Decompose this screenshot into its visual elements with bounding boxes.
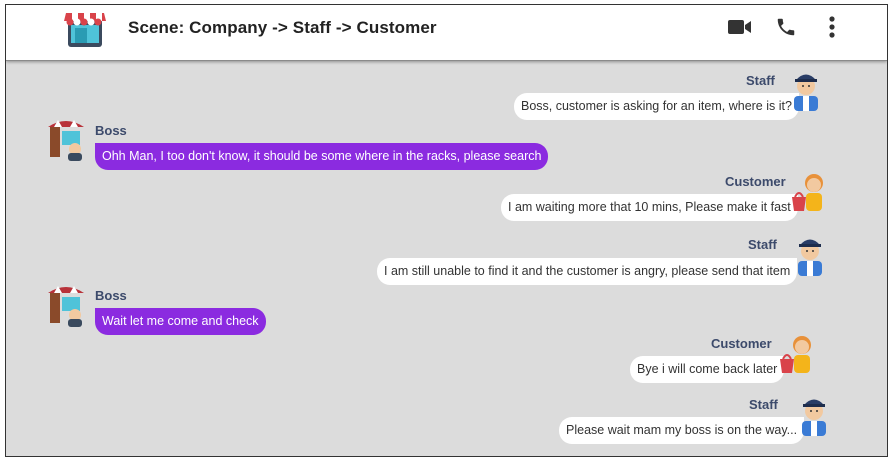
sender-name: Customer — [711, 336, 772, 351]
staff-avatar-icon — [802, 399, 826, 436]
message-bubble: Boss, customer is asking for an item, wh… — [514, 93, 799, 120]
sender-name: Staff — [748, 237, 777, 252]
video-call-button[interactable] — [726, 13, 754, 41]
video-call-icon — [728, 20, 751, 34]
message-bubble: Ohh Man, I too don't know, it should be … — [95, 143, 549, 170]
message-bubble: I am waiting more that 10 mins, Please m… — [501, 194, 798, 221]
message-bubble: Please wait mam my boss is on the way... — [559, 417, 805, 444]
chat-title: Scene: Company -> Staff -> Customer — [128, 18, 437, 37]
sender-name: Customer — [725, 174, 786, 189]
sender-name: Boss — [95, 288, 127, 303]
sender-name: Staff — [749, 397, 778, 412]
sender-name: Staff — [746, 73, 775, 88]
chat-header: Scene: Company -> Staff -> Customer — [6, 5, 887, 61]
phone-icon — [777, 18, 795, 36]
message-bubble: I am still unable to find it and the cus… — [377, 258, 798, 285]
sender-name: Boss — [95, 123, 127, 138]
boss-avatar-icon — [48, 120, 84, 161]
staff-avatar-icon — [794, 74, 818, 111]
more-options-button[interactable] — [818, 13, 846, 41]
shop-icon — [64, 13, 106, 47]
customer-avatar-icon — [792, 174, 823, 211]
staff-avatar-icon — [798, 239, 822, 276]
message-bubble: Wait let me come and check — [95, 308, 266, 335]
message-bubble: Bye i will come back later — [630, 356, 785, 383]
chat-window: Scene: Company -> Staff -> Customer Staf… — [5, 4, 888, 457]
more-vert-icon — [829, 16, 835, 38]
boss-avatar-icon — [48, 286, 84, 327]
voice-call-button[interactable] — [772, 13, 800, 41]
customer-avatar-icon — [780, 336, 811, 373]
